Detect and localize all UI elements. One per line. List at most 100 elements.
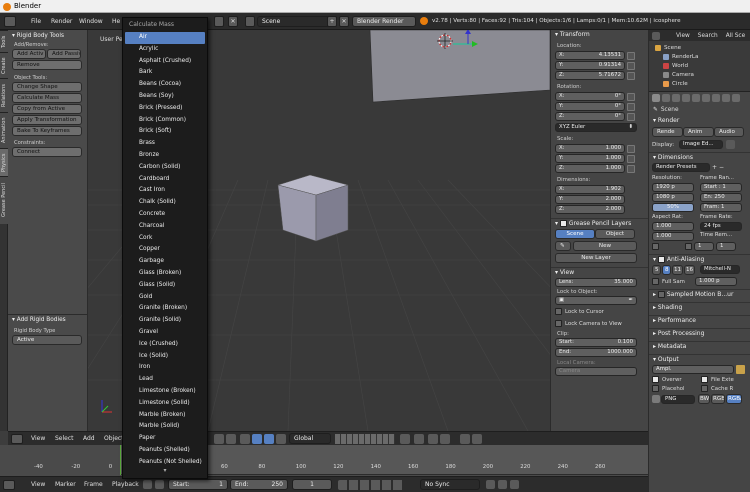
aa-samples-16[interactable]: 16 xyxy=(684,265,695,275)
tab-relations[interactable]: Relations xyxy=(0,78,8,112)
menu-item-marble-solid[interactable]: Marble (Solid) xyxy=(123,421,207,433)
lock-layers-icon[interactable] xyxy=(400,434,410,444)
time-remap-old-field[interactable]: 1 xyxy=(694,242,714,251)
lock-icon[interactable] xyxy=(627,112,635,121)
lock-icon[interactable] xyxy=(627,164,635,173)
menu-item-asphalt-crushed[interactable]: Asphalt (Crushed) xyxy=(123,56,207,68)
anti-aliasing-header[interactable]: ▾ Anti-Aliasing xyxy=(649,254,750,264)
menu-window[interactable]: Window xyxy=(79,16,103,27)
aspect-x-field[interactable]: 1.000 xyxy=(652,222,694,231)
frame-start-field[interactable]: Start: 1 xyxy=(168,479,228,490)
resolution-y-field[interactable]: 1080 p xyxy=(652,193,694,202)
lock-icon[interactable] xyxy=(627,51,635,60)
border-checkbox[interactable] xyxy=(652,243,659,250)
outliner-item-renderla[interactable]: RenderLa xyxy=(649,52,750,61)
lock-icon[interactable] xyxy=(627,61,635,70)
motion-blur-checkbox[interactable] xyxy=(657,291,665,298)
timeline-menu-view[interactable]: View xyxy=(31,479,45,490)
layer-buttons[interactable] xyxy=(335,434,395,444)
animation-button[interactable]: Anim xyxy=(683,127,714,137)
editor-type-timeline-icon[interactable] xyxy=(3,480,15,490)
menu-item-iron[interactable]: Iron xyxy=(123,362,207,374)
add-active-button[interactable]: Add Activ xyxy=(12,49,46,59)
grease-pencil-checkbox[interactable] xyxy=(559,220,567,227)
clip-end-field[interactable]: End: 1000.000 xyxy=(555,348,637,357)
menu-item-marble-broken[interactable]: Marble (Broken) xyxy=(123,410,207,422)
outliner-item-camera[interactable]: Camera xyxy=(649,70,750,79)
aa-filter-select[interactable]: Mitchell-N xyxy=(700,265,740,274)
lens-field[interactable]: Lens: 35.000 xyxy=(555,278,637,287)
folder-icon[interactable] xyxy=(736,365,745,374)
aspect-y-field[interactable]: 1.000 xyxy=(652,232,694,241)
location-z-field[interactable]: Z: 5.71672 xyxy=(555,71,625,80)
gp-new-button[interactable]: New xyxy=(573,241,637,251)
anti-aliasing-checkbox[interactable] xyxy=(657,256,665,263)
editor-type-icon[interactable] xyxy=(4,16,16,27)
lock-icon[interactable] xyxy=(627,102,635,111)
lock-icon[interactable] xyxy=(627,71,635,80)
scene-type-icon[interactable] xyxy=(245,16,255,27)
resolution-x-field[interactable]: 1920 p xyxy=(652,183,694,192)
scale-z-field[interactable]: Z: 1.000 xyxy=(555,164,625,173)
lock-icon[interactable] xyxy=(627,92,635,101)
frame-end-field[interactable]: En: 250 xyxy=(700,193,742,202)
screen-add-icon[interactable] xyxy=(214,16,224,27)
timeline-menu-playback[interactable]: Playback xyxy=(112,479,139,490)
menu-item-charcoal[interactable]: Charcoal xyxy=(123,221,207,233)
copy-from-active-button[interactable]: Copy from Active xyxy=(12,104,82,114)
post-processing-header[interactable]: ▸ Post Processing xyxy=(649,328,750,338)
playback-controls[interactable] xyxy=(338,480,404,490)
calculate-mass-button[interactable]: Calculate Mass xyxy=(12,93,82,103)
world-tab-icon[interactable] xyxy=(682,94,690,102)
tab-animation[interactable]: Animation xyxy=(0,112,8,148)
tab-create[interactable]: Create xyxy=(0,52,8,78)
location-y-field[interactable]: Y: 0.91314 xyxy=(555,61,625,70)
apply-transformation-button[interactable]: Apply Transformation xyxy=(12,115,82,125)
menu-item-paper[interactable]: Paper xyxy=(123,433,207,445)
display-select[interactable]: Image Ed... xyxy=(679,140,723,149)
sync-mode-select[interactable]: No Sync xyxy=(420,479,480,490)
menu-item-acrylic[interactable]: Acrylic xyxy=(123,44,207,56)
output-path-field[interactable]: Ampl. xyxy=(652,365,734,374)
rotate-icon[interactable] xyxy=(264,434,274,444)
menu-item-peanuts-shelled[interactable]: Peanuts (Shelled) xyxy=(123,445,207,457)
menu-item-cast-iron[interactable]: Cast Iron xyxy=(123,185,207,197)
performance-header[interactable]: ▸ Performance xyxy=(649,315,750,325)
menu-item-cardboard[interactable]: Cardboard xyxy=(123,174,207,186)
menu-item-cork[interactable]: Cork xyxy=(123,233,207,245)
outliner-search-menu[interactable]: Search xyxy=(698,33,718,39)
resolution-percent-field[interactable]: 50% xyxy=(652,203,694,212)
view-header[interactable]: ▾ View xyxy=(551,267,648,277)
menu-item-concrete[interactable]: Concrete xyxy=(123,209,207,221)
viewport-menu-view[interactable]: View xyxy=(31,433,45,444)
constraints-tab-icon[interactable] xyxy=(702,94,710,102)
menu-item-garbage[interactable]: Garbage xyxy=(123,256,207,268)
screen-close-icon[interactable]: ✕ xyxy=(228,16,238,27)
lock-cursor-checkbox[interactable] xyxy=(555,308,562,315)
audio-button[interactable]: Audio xyxy=(714,127,744,137)
menu-render[interactable]: Render xyxy=(51,16,72,27)
lock-icon[interactable] xyxy=(627,154,635,163)
menu-item-glass-broken[interactable]: Glass (Broken) xyxy=(123,268,207,280)
viewport-shading-icon[interactable] xyxy=(214,434,224,444)
render-button[interactable]: Rende xyxy=(652,127,683,137)
gp-scene-button[interactable]: Scene xyxy=(555,229,595,239)
gp-new-layer-button[interactable]: New Layer xyxy=(555,253,637,263)
keyframe-auto-icon[interactable] xyxy=(486,480,495,489)
data-tab-icon[interactable] xyxy=(722,94,730,102)
menu-item-brass[interactable]: Brass xyxy=(123,138,207,150)
scroll-down-icon[interactable]: ▾ xyxy=(123,468,207,474)
outliner-item-circle[interactable]: Circle xyxy=(649,79,750,88)
scale-icon[interactable] xyxy=(276,434,286,444)
metadata-header[interactable]: ▸ Metadata xyxy=(649,341,750,351)
color-rgba-button[interactable]: RGBA xyxy=(726,394,742,404)
manipulator-icon[interactable] xyxy=(240,434,250,444)
menu-item-beans-cocoa[interactable]: Beans (Cocoa) xyxy=(123,79,207,91)
menu-item-gravel[interactable]: Gravel xyxy=(123,327,207,339)
frame-step-field[interactable]: Fram: 1 xyxy=(700,203,742,212)
color-bw-button[interactable]: BW xyxy=(698,394,710,404)
insert-keyframe-icon[interactable] xyxy=(510,480,519,489)
menu-file[interactable]: File xyxy=(31,16,41,27)
location-x-field[interactable]: X: 4.13531 xyxy=(555,51,625,60)
crop-checkbox[interactable] xyxy=(685,243,692,250)
